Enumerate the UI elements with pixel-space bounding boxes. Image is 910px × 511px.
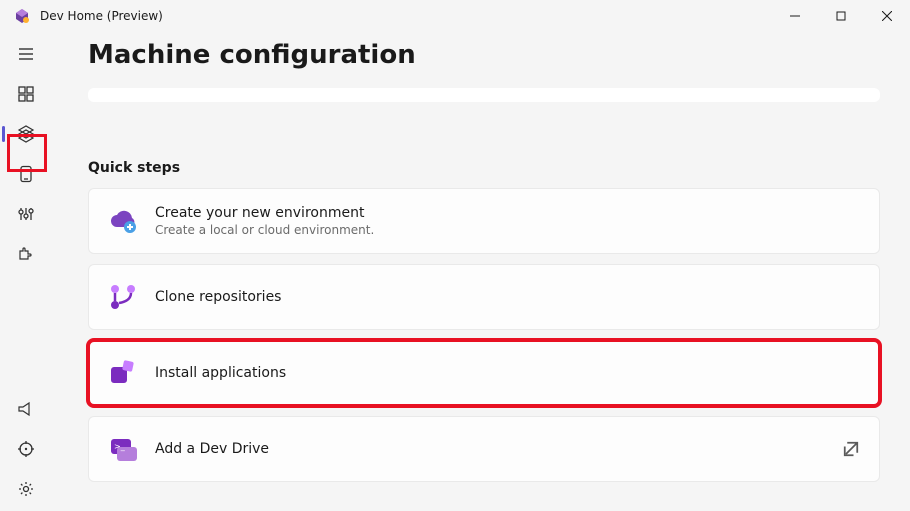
card-create-environment[interactable]: Create your new environment Create a loc… <box>88 188 880 254</box>
svg-text:>_: >_ <box>114 442 126 451</box>
card-clone-repositories[interactable]: Clone repositories <box>88 264 880 330</box>
maximize-button[interactable] <box>818 0 864 32</box>
app-icon <box>14 8 30 24</box>
card-title: Install applications <box>155 365 861 381</box>
nav-environments[interactable] <box>6 156 46 192</box>
card-title: Clone repositories <box>155 289 861 305</box>
nav-utilities[interactable] <box>6 196 46 232</box>
hamburger-menu[interactable] <box>6 36 46 72</box>
apps-install-icon <box>107 357 139 389</box>
card-add-dev-drive[interactable]: >_ Add a Dev Drive <box>88 416 880 482</box>
main-content: Machine configuration Quick steps Create… <box>52 32 910 511</box>
git-branch-icon <box>107 281 139 313</box>
nav-feedback[interactable] <box>6 431 46 467</box>
close-button[interactable] <box>864 0 910 32</box>
dev-drive-icon: >_ <box>107 433 139 465</box>
nav-settings[interactable] <box>6 471 46 507</box>
window-controls <box>772 0 910 32</box>
nav-whats-new[interactable] <box>6 391 46 427</box>
nav-machine-configuration[interactable] <box>6 116 46 152</box>
card-install-applications[interactable]: Install applications <box>88 340 880 406</box>
nav-extensions[interactable] <box>6 236 46 272</box>
open-external-icon <box>841 439 861 459</box>
page-title: Machine configuration <box>88 40 880 70</box>
cloud-plus-icon <box>107 205 139 237</box>
card-subtitle: Create a local or cloud environment. <box>155 223 861 237</box>
titlebar: Dev Home (Preview) <box>0 0 910 32</box>
card-title: Add a Dev Drive <box>155 441 841 457</box>
window-title: Dev Home (Preview) <box>40 9 163 23</box>
card-title: Create your new environment <box>155 205 861 221</box>
sidebar-rail <box>0 32 52 511</box>
banner-placeholder <box>88 88 880 102</box>
quick-steps-heading: Quick steps <box>88 160 880 176</box>
minimize-button[interactable] <box>772 0 818 32</box>
nav-dashboard[interactable] <box>6 76 46 112</box>
